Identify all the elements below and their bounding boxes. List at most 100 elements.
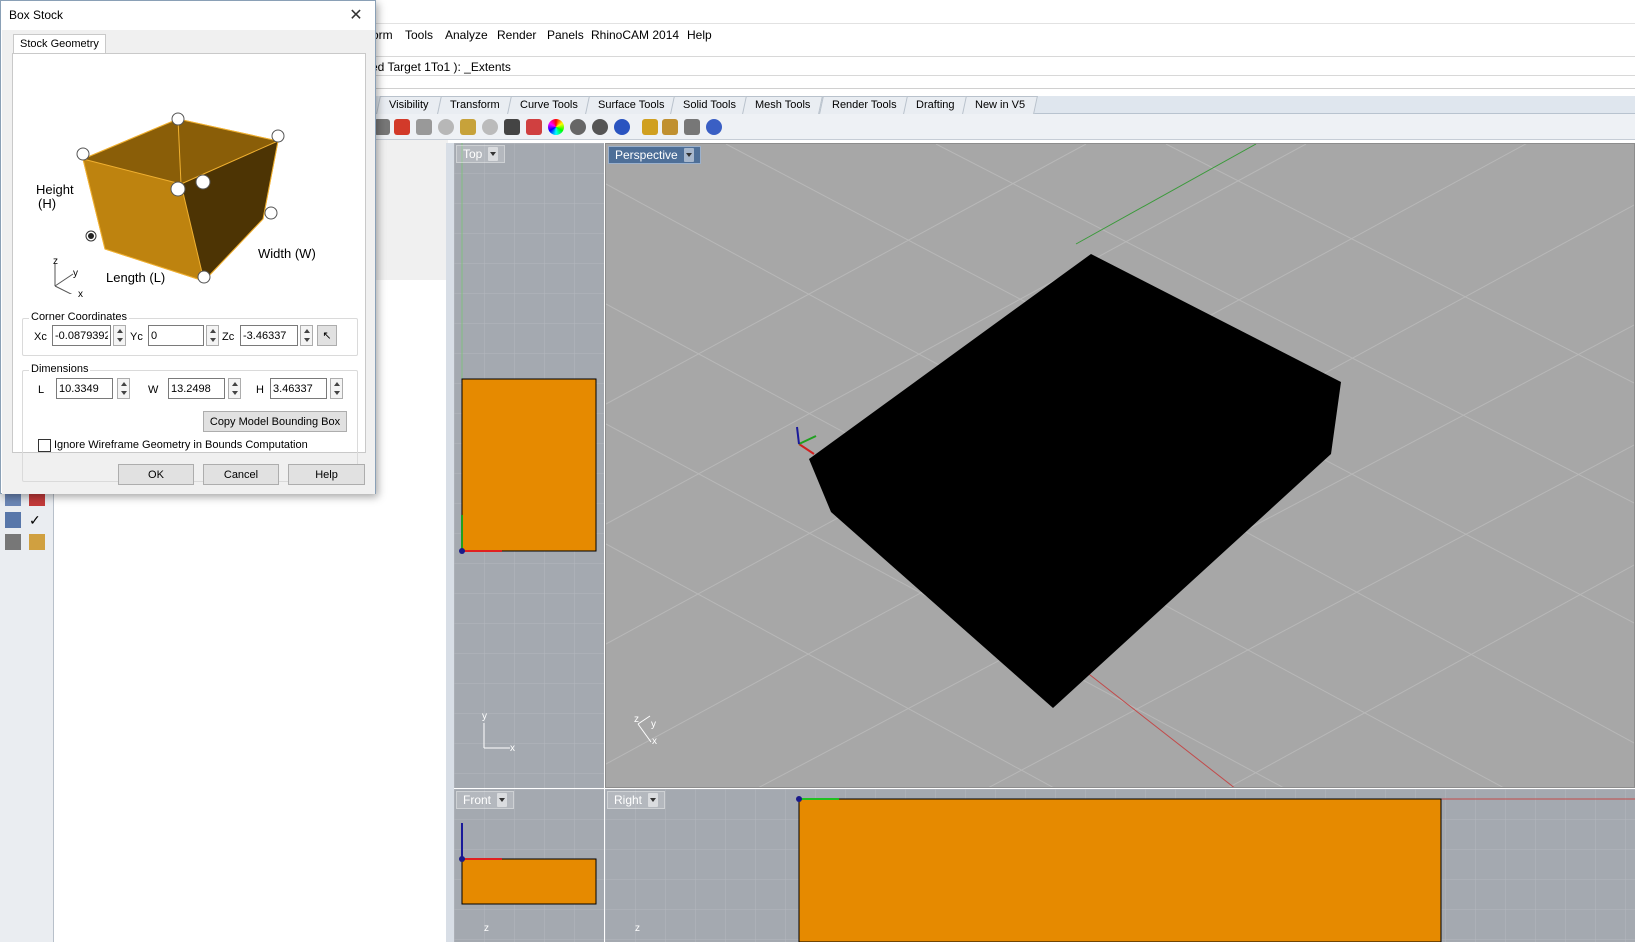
help-button[interactable]: Help — [288, 464, 365, 485]
material-icon[interactable] — [526, 119, 542, 135]
persp-axis-y-label: y — [651, 719, 656, 730]
box-stock-dialog: Box Stock ✕ Stock Geometry Height (H) Wi… — [0, 0, 376, 494]
viewport-front-label[interactable]: Front — [456, 791, 515, 809]
yc-input[interactable] — [148, 325, 204, 346]
menu-item-panels[interactable]: Panels — [547, 28, 584, 42]
render-icon[interactable] — [642, 119, 658, 135]
height-spinner[interactable] — [330, 378, 343, 399]
stock-geometry-page: Height (H) Width (W) Length (L) z y x Co… — [12, 53, 366, 482]
tab-drafting[interactable]: Drafting — [903, 96, 968, 114]
help-icon[interactable] — [706, 119, 722, 135]
tab-surface-tools[interactable]: Surface Tools — [585, 96, 678, 114]
length-label: Length (L) — [106, 270, 166, 285]
menu-item-tools[interactable]: Tools — [405, 28, 433, 42]
stock-top-rect — [461, 378, 597, 552]
chevron-down-icon[interactable] — [683, 148, 694, 162]
width-input[interactable] — [168, 378, 225, 399]
viewport-top-label[interactable]: Top — [456, 145, 506, 163]
lock-icon[interactable] — [504, 119, 520, 135]
check-icon[interactable]: ✓ — [29, 512, 45, 528]
handle-top-right — [271, 129, 285, 143]
shape-icon[interactable] — [5, 512, 21, 528]
tab-render-tools[interactable]: Render Tools — [819, 96, 910, 114]
ok-button[interactable]: OK — [118, 464, 194, 485]
stock-right-rect — [798, 798, 1442, 942]
l-label: L — [38, 384, 45, 396]
bulb-icon[interactable] — [482, 119, 498, 135]
chevron-down-icon[interactable] — [488, 147, 499, 161]
top-axis-y-label: y — [482, 711, 487, 722]
left-toolbar: ✓ — [0, 490, 54, 942]
sphere-blue-icon[interactable] — [614, 119, 630, 135]
menu-item-analyze[interactable]: Analyze — [445, 28, 488, 42]
viewport-right-label[interactable]: Right — [607, 791, 666, 809]
tab-mesh-tools[interactable]: Mesh Tools — [742, 96, 824, 114]
tab-curve-tools[interactable]: Curve Tools — [507, 96, 591, 114]
xc-spinner[interactable] — [113, 325, 126, 346]
dialog-title: Box Stock — [9, 8, 64, 22]
menu-item-rhinocam[interactable]: RhinoCAM 2014 — [591, 28, 679, 42]
solid-icon[interactable] — [5, 534, 21, 550]
light-icon[interactable] — [460, 119, 476, 135]
dialog-body: Stock Geometry Height (H) Width (W) Leng… — [2, 30, 375, 494]
persp-axis-x-label: x — [652, 736, 657, 747]
viewport-front[interactable]: z Front — [454, 789, 604, 942]
diagram-axis-x: x — [78, 289, 83, 300]
gear-render-icon[interactable] — [662, 119, 678, 135]
car-render-icon[interactable] — [394, 119, 410, 135]
stock-front-rect — [461, 858, 597, 905]
viewport-divider[interactable] — [446, 143, 454, 942]
h-label: H — [256, 384, 264, 396]
handle-top-back — [171, 112, 185, 126]
dimensions-title: Dimensions — [29, 363, 91, 375]
sphere-gray-icon[interactable] — [570, 119, 586, 135]
side-panel-header — [372, 140, 448, 284]
tab-visibility[interactable]: Visibility — [376, 96, 442, 114]
viewport-perspective[interactable]: z y x Perspective — [605, 143, 1635, 788]
sphere-dark-icon[interactable] — [592, 119, 608, 135]
tab-solid-tools[interactable]: Solid Tools — [670, 96, 749, 114]
grid-icon[interactable] — [374, 119, 390, 135]
chevron-down-icon[interactable] — [497, 793, 508, 807]
ignore-wireframe-checkbox[interactable] — [38, 439, 51, 452]
persp-axis-z-label: z — [634, 714, 639, 725]
viewport-perspective-label[interactable]: Perspective — [608, 146, 701, 164]
perspective-scene — [606, 144, 1634, 787]
copy-model-bounding-box-button[interactable]: Copy Model Bounding Box — [203, 411, 347, 432]
chevron-down-icon[interactable] — [648, 793, 659, 807]
tab-new-in-v5[interactable]: New in V5 — [962, 96, 1039, 114]
menu-item-help[interactable]: Help — [687, 28, 712, 42]
height-label: Height — [36, 182, 74, 197]
length-input[interactable] — [56, 378, 113, 399]
handle-center — [170, 181, 186, 197]
menu-item-render[interactable]: Render — [497, 28, 536, 42]
viewport-top[interactable]: y x Top — [454, 143, 604, 788]
width-spinner[interactable] — [228, 378, 241, 399]
yc-spinner[interactable] — [206, 325, 219, 346]
pick-point-button[interactable]: ↖ — [317, 325, 337, 346]
tab-transform[interactable]: Transform — [437, 96, 513, 114]
walk-icon[interactable] — [416, 119, 432, 135]
pencil-icon[interactable] — [29, 534, 45, 550]
handle-top-front — [195, 174, 211, 190]
zc-input[interactable] — [240, 325, 298, 346]
xc-input[interactable] — [52, 325, 111, 346]
handle-right — [264, 206, 278, 220]
color-wheel-icon[interactable] — [548, 119, 564, 135]
viewport-right[interactable]: z Right — [605, 789, 1635, 942]
handle-top-left — [76, 147, 90, 161]
top-view-grid — [454, 143, 604, 788]
height-label-abbr: (H) — [38, 196, 57, 211]
top-axis-x-label: x — [510, 743, 515, 754]
close-icon[interactable]: ✕ — [343, 3, 369, 27]
zc-label: Zc — [222, 331, 235, 343]
front-axis-z-label: z — [484, 923, 489, 934]
height-input[interactable] — [270, 378, 327, 399]
tab-stock-geometry[interactable]: Stock Geometry — [13, 34, 106, 53]
length-spinner[interactable] — [117, 378, 130, 399]
zc-spinner[interactable] — [300, 325, 313, 346]
crop-icon[interactable] — [684, 119, 700, 135]
orbit-icon[interactable] — [438, 119, 454, 135]
cancel-button[interactable]: Cancel — [203, 464, 279, 485]
ignore-wireframe-label: Ignore Wireframe Geometry in Bounds Comp… — [54, 439, 308, 451]
